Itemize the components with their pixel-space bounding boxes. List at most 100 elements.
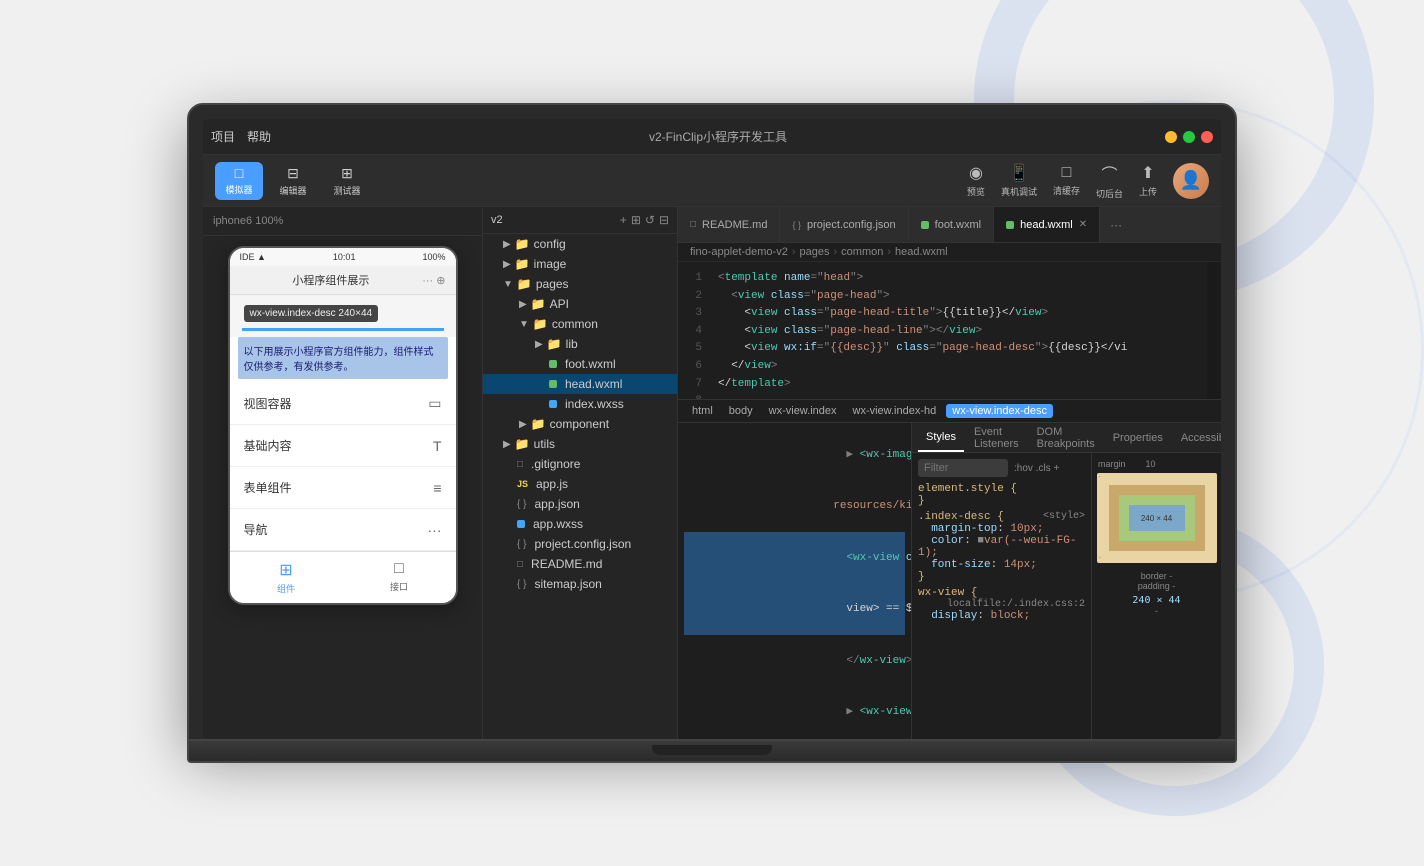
json-icon: { } xyxy=(517,539,526,550)
preview-label: 预览 xyxy=(967,185,985,198)
element-tooltip: wx-view.index-desc 240×44 xyxy=(244,305,379,322)
new-file-icon[interactable]: + xyxy=(620,213,627,227)
breadcrumb-pages[interactable]: pages xyxy=(800,246,830,258)
menu-item-2[interactable]: 表单组件 ≡ xyxy=(230,467,456,509)
code-editor: 12345678 <template name="head"> <view cl… xyxy=(678,262,1221,739)
tree-readme[interactable]: □ README.md xyxy=(483,554,677,574)
menu-help[interactable]: 帮助 xyxy=(247,128,271,145)
preview-action[interactable]: ◉ 预览 xyxy=(967,163,985,198)
collapse-icon[interactable]: ⊟ xyxy=(659,213,669,227)
dom-line-2[interactable]: resources/kind/logo.png">_</wx-image> xyxy=(684,481,905,533)
punct: ▶ xyxy=(833,449,859,461)
tab-readme[interactable]: □ README.md xyxy=(678,207,780,242)
css-source-link-2[interactable]: localfile:/.index.css:2 xyxy=(947,599,1085,610)
tree-component[interactable]: ▶ 📁 component xyxy=(483,414,677,434)
folder-icon: 📁 xyxy=(533,317,548,331)
dom-breadcrumb: html body wx-view.index wx-view.index-hd… xyxy=(678,400,1221,423)
tree-index-wxss[interactable]: index.wxss xyxy=(483,394,677,414)
dom-line-1[interactable]: ▶ <wx-image class="index-logo" src="../r… xyxy=(684,429,905,481)
styles-filter-input[interactable] xyxy=(918,459,1008,477)
box-model-values: border - padding - xyxy=(1132,567,1180,616)
breadcrumb-file[interactable]: head.wxml xyxy=(895,246,948,258)
simulate-btn[interactable]: □ 模拟器 xyxy=(215,162,263,200)
tree-app-json[interactable]: { } app.json xyxy=(483,494,677,514)
preview-panel: iphone6 100% IDE ▲ 10:01 100% xyxy=(203,207,483,739)
nav-components-label: 组件 xyxy=(277,582,295,595)
tree-app-wxss[interactable]: app.wxss xyxy=(483,514,677,534)
dom-line-7[interactable]: </wx-view> xyxy=(684,738,905,739)
tree-item-label: common xyxy=(552,317,598,331)
tab-head-wxml[interactable]: head.wxml ✕ xyxy=(994,207,1100,242)
tab-close-icon[interactable]: ✕ xyxy=(1079,219,1087,230)
upload-action[interactable]: ⬆ 上传 xyxy=(1139,163,1157,198)
tree-gitignore[interactable]: □ .gitignore xyxy=(483,454,677,474)
box-model-margin-val: 10 xyxy=(1146,459,1156,469)
tab-foot-wxml[interactable]: foot.wxml xyxy=(909,207,994,242)
simulate-label: 模拟器 xyxy=(225,183,252,196)
dom-line-4[interactable]: view> == $0 xyxy=(684,584,905,636)
title-bar: 项目 帮助 v2-FinClip小程序开发工具 xyxy=(203,119,1221,155)
styles-tab-props[interactable]: Properties xyxy=(1105,423,1171,452)
nav-api[interactable]: □ 接口 xyxy=(343,552,456,603)
tree-common[interactable]: ▼ 📁 common xyxy=(483,314,677,334)
dom-line-3[interactable]: <wx-view class="index-desc">以下用展示小程序官方组件… xyxy=(684,532,905,584)
styles-tabs: Styles Event Listeners DOM Breakpoints P… xyxy=(912,423,1221,453)
box-model: margin 10 xyxy=(1091,453,1221,739)
styles-tab-dom-bp[interactable]: DOM Breakpoints xyxy=(1029,423,1103,452)
margin-bottom-val: - xyxy=(1155,606,1158,616)
tree-item-label: index.wxss xyxy=(565,397,624,411)
menu-item-3[interactable]: 导航 ··· xyxy=(230,509,456,551)
cleartest-action[interactable]: □ 清缓存 xyxy=(1053,164,1080,197)
filter-pseudo-btn[interactable]: :hov .cls + xyxy=(1014,463,1059,474)
refresh-icon[interactable]: ↺ xyxy=(645,213,655,227)
tree-image[interactable]: ▶ 📁 image xyxy=(483,254,677,274)
editor-btn[interactable]: ⊟ 编辑器 xyxy=(269,162,317,200)
breadcrumb-common[interactable]: common xyxy=(841,246,883,258)
tab-head-icon xyxy=(1006,221,1014,229)
menu-item-1[interactable]: 基础内容 T xyxy=(230,425,456,467)
tree-sitemap[interactable]: { } sitemap.json xyxy=(483,574,677,594)
dom-line-5[interactable]: </wx-view> xyxy=(684,635,905,687)
dom-bc-wx-view-hd[interactable]: wx-view.index-hd xyxy=(847,404,943,418)
menu-item-0[interactable]: 视图容器 ▭ xyxy=(230,383,456,425)
realtest-action[interactable]: 📱 真机调试 xyxy=(1001,163,1037,198)
dom-bc-wx-view-index[interactable]: wx-view.index xyxy=(763,404,843,418)
tree-pages[interactable]: ▼ 📁 pages xyxy=(483,274,677,294)
dom-bc-wx-view-desc[interactable]: wx-view.index-desc xyxy=(946,404,1053,418)
window-close[interactable] xyxy=(1201,131,1213,143)
window-minimize[interactable] xyxy=(1165,131,1177,143)
wxss-icon xyxy=(549,400,557,408)
box-label-margin-tl: - xyxy=(1099,474,1101,481)
realtest-icon: 📱 xyxy=(1009,163,1029,183)
dom-bc-html[interactable]: html xyxy=(686,404,719,418)
more-tabs-icon[interactable]: ··· xyxy=(1104,218,1128,232)
tab-project-config[interactable]: { } project.config.json xyxy=(780,207,908,242)
tree-config[interactable]: ▶ 📁 config xyxy=(483,234,677,254)
dom-bc-body[interactable]: body xyxy=(723,404,759,418)
nav-components[interactable]: ⊞ 组件 xyxy=(230,552,343,603)
tree-utils[interactable]: ▶ 📁 utils xyxy=(483,434,677,454)
tree-api[interactable]: ▶ 📁 API xyxy=(483,294,677,314)
tree-project-config[interactable]: { } project.config.json xyxy=(483,534,677,554)
phone-more-btn[interactable]: ··· ⊕ xyxy=(422,274,445,287)
upload-label: 上传 xyxy=(1139,185,1157,198)
styles-tab-styles[interactable]: Styles xyxy=(918,423,964,452)
tree-head-wxml[interactable]: head.wxml xyxy=(483,374,677,394)
styles-tab-event[interactable]: Event Listeners xyxy=(966,423,1027,452)
switchback-action[interactable]: ⌒ 切后台 xyxy=(1096,161,1123,200)
tree-foot-wxml[interactable]: foot.wxml xyxy=(483,354,677,374)
tree-app-js[interactable]: JS app.js xyxy=(483,474,677,494)
code-line-6: </view> xyxy=(710,358,1207,376)
new-folder-icon[interactable]: ⊞ xyxy=(631,213,641,227)
tree-lib[interactable]: ▶ 📁 lib xyxy=(483,334,677,354)
tree-item-label: .gitignore xyxy=(531,457,580,471)
window-maximize[interactable] xyxy=(1183,131,1195,143)
user-avatar[interactable]: 👤 xyxy=(1173,163,1209,199)
menu-project[interactable]: 项目 xyxy=(211,128,235,145)
breadcrumb-root[interactable]: fino-applet-demo-v2 xyxy=(690,246,788,258)
styles-panel: Styles Event Listeners DOM Breakpoints P… xyxy=(911,423,1221,739)
dom-line-6[interactable]: ▶ <wx-view class="index-bd">_</wx-view> xyxy=(684,687,905,739)
test-btn[interactable]: ⊞ 测试器 xyxy=(323,162,371,200)
styles-tab-a11y[interactable]: Accessibility xyxy=(1173,423,1221,452)
css-source-link[interactable]: <style> xyxy=(1043,511,1085,522)
